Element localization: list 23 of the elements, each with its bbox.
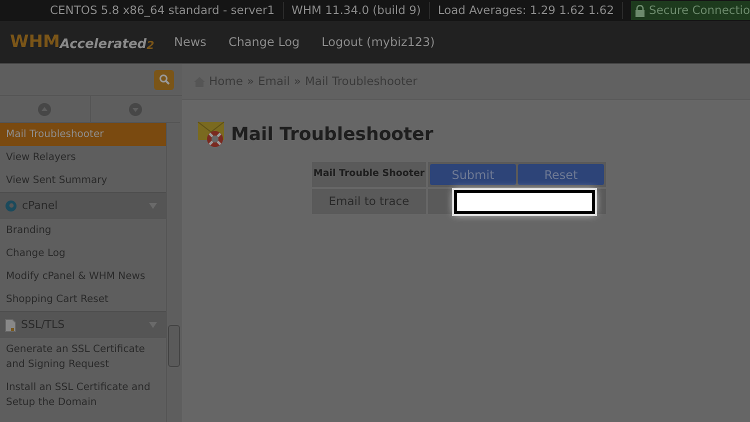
breadcrumb-separator: » bbox=[246, 72, 254, 90]
whm-logo: WHMAccelerated2 bbox=[10, 34, 156, 50]
nav-link[interactable]: News bbox=[174, 33, 206, 51]
search-button[interactable] bbox=[154, 70, 174, 90]
form-heading: Mail Trouble Shooter bbox=[312, 162, 426, 187]
lock-icon bbox=[635, 4, 646, 16]
status-text: WHM 11.34.0 (build 9) bbox=[284, 2, 430, 20]
submit-button[interactable]: Submit bbox=[430, 164, 516, 185]
cpanel-logo-icon bbox=[5, 200, 17, 212]
nav-link[interactable]: Logout (mybiz123) bbox=[322, 33, 435, 51]
status-text: Load Averages: 1.29 1.62 1.62 bbox=[430, 2, 624, 20]
document-icon bbox=[5, 318, 16, 332]
secure-connection-badge: Secure Connectio bbox=[631, 1, 750, 20]
email-input-field[interactable] bbox=[454, 190, 595, 214]
reset-button[interactable]: Reset bbox=[518, 164, 604, 185]
sidebar-item[interactable]: Mail Troubleshooter bbox=[0, 123, 166, 146]
scrollbar-thumb[interactable] bbox=[168, 325, 180, 367]
page-title: Mail Troubleshooter bbox=[231, 123, 434, 147]
nav-link[interactable]: Change Log bbox=[228, 33, 300, 51]
breadcrumb-separator: » bbox=[294, 72, 301, 90]
search-icon bbox=[158, 74, 170, 85]
status-text: CENTOS 5.8 x86_64 standard - server1 bbox=[42, 2, 284, 20]
mail-lifebuoy-icon bbox=[197, 121, 225, 148]
